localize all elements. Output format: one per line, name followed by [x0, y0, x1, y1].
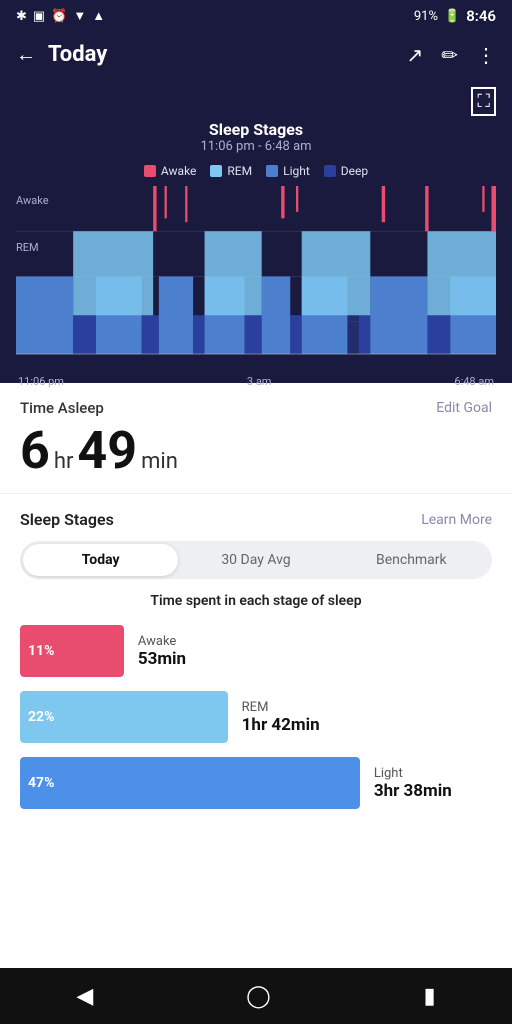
stages-subtitle: Time spent in each stage of sleep [20, 593, 492, 609]
legend-light-label: Light [283, 164, 310, 178]
wifi-icon: ▼ [73, 8, 86, 24]
status-icons-right: 91% 🔋 8:46 [414, 7, 496, 25]
stage-bar-awake: 11% [20, 625, 124, 677]
sleep-chart-section: ⛶ Sleep Stages 11:06 pm - 6:48 am Awake … [0, 77, 512, 383]
status-bar: ✱ ▣ ⏰ ▼ ▲ 91% 🔋 8:46 [0, 0, 512, 32]
status-time: 8:46 [466, 7, 496, 25]
chart-svg-wrap: 11:06 pm 3 am 6:48 am [16, 186, 496, 367]
rem-stage-name: REM [242, 700, 320, 715]
legend-awake-dot [144, 165, 156, 177]
legend-deep-label: Deep [341, 164, 368, 178]
battery-pct: 91% [414, 9, 438, 24]
awake-stage-time: 53min [138, 649, 186, 669]
rem-pct: 22% [28, 709, 54, 725]
awake-info: Awake 53min [124, 634, 186, 669]
chart-x-labels: 11:06 pm 3 am 6:48 am [16, 375, 496, 388]
stage-row-light: 47% Light 3hr 38min [20, 757, 492, 809]
top-nav: ← Today ↗ ✏ ⋮ [0, 32, 512, 77]
stage-bar-rem: 22% [20, 691, 228, 743]
legend-deep: Deep [324, 164, 368, 178]
sleep-stages-label: Sleep Stages [20, 510, 114, 529]
legend-light: Light [266, 164, 310, 178]
time-asleep-label: Time Asleep [20, 399, 104, 417]
expand-button-wrap: ⛶ [16, 87, 496, 116]
awake-pct: 11% [28, 643, 54, 659]
page-title: Today [48, 42, 107, 67]
bottom-nav: ◀ ◯ ▮ [0, 968, 512, 1024]
tab-benchmark[interactable]: Benchmark [334, 544, 489, 576]
minutes-value: 49 [77, 425, 137, 477]
bluetooth-icon: ✱ [16, 9, 27, 24]
chart-title: Sleep Stages [16, 120, 496, 139]
nav-back-button[interactable]: ◀ [52, 976, 117, 1017]
top-nav-left: ← Today [16, 42, 107, 67]
stage-bar-light: 47% [20, 757, 360, 809]
light-stage-name: Light [374, 766, 452, 781]
light-info: Light 3hr 38min [360, 766, 452, 801]
stage-row-rem: 22% REM 1hr 42min [20, 691, 492, 743]
legend-light-dot [266, 165, 278, 177]
stage-row-awake: 11% Awake 53min [20, 625, 492, 677]
learn-more-button[interactable]: Learn More [421, 512, 492, 528]
awake-stage-name: Awake [138, 634, 186, 649]
tab-today[interactable]: Today [23, 544, 178, 576]
nav-home-button[interactable]: ◯ [222, 976, 295, 1017]
legend-awake: Awake [144, 164, 197, 178]
x-label-mid: 3 am [247, 375, 272, 388]
sleep-chart-svg [16, 186, 496, 367]
hours-label: hr [54, 449, 74, 474]
x-label-end: 6:48 am [454, 375, 494, 388]
time-display: 6 hr 49 min [20, 425, 492, 477]
light-stage-time: 3hr 38min [374, 781, 452, 801]
chart-wrapper: Awake REM Light Deep [16, 186, 496, 367]
legend-awake-label: Awake [161, 164, 197, 178]
main-content: Time Asleep Edit Goal 6 hr 49 min Sleep … [0, 383, 512, 833]
bottom-spacer [0, 833, 512, 889]
chart-subtitle: 11:06 pm - 6:48 am [16, 139, 496, 154]
top-nav-right: ↗ ✏ ⋮ [406, 43, 496, 67]
nav-square-button[interactable]: ▮ [400, 976, 460, 1017]
legend-deep-dot [324, 165, 336, 177]
sleep-tabs: Today 30 Day Avg Benchmark [20, 541, 492, 579]
vibrate-icon: ▣ [33, 9, 45, 24]
hours-value: 6 [20, 425, 50, 477]
status-icons-left: ✱ ▣ ⏰ ▼ ▲ [16, 8, 105, 24]
rem-stage-time: 1hr 42min [242, 715, 320, 735]
sleep-stages-section: Sleep Stages Learn More Today 30 Day Avg… [0, 494, 512, 833]
battery-icon: 🔋 [444, 9, 460, 24]
sleep-stages-header: Sleep Stages Learn More [20, 510, 492, 529]
legend-rem-label: REM [227, 164, 252, 178]
expand-icon[interactable]: ⛶ [471, 87, 496, 116]
edit-icon[interactable]: ✏ [441, 43, 458, 67]
more-options-icon[interactable]: ⋮ [476, 43, 496, 67]
alarm-icon: ⏰ [51, 9, 67, 24]
back-button[interactable]: ← [16, 42, 36, 67]
light-pct: 47% [28, 775, 54, 791]
edit-goal-button[interactable]: Edit Goal [436, 400, 492, 416]
legend-rem-dot [210, 165, 222, 177]
time-asleep-section: Time Asleep Edit Goal 6 hr 49 min [0, 383, 512, 494]
time-asleep-header: Time Asleep Edit Goal [20, 399, 492, 417]
chart-legend: Awake REM Light Deep [16, 164, 496, 178]
share-icon[interactable]: ↗ [406, 43, 423, 67]
signal-icon: ▲ [92, 8, 105, 24]
minutes-label: min [141, 449, 178, 474]
legend-rem: REM [210, 164, 252, 178]
light-bar-fill [20, 757, 360, 809]
tab-30day[interactable]: 30 Day Avg [178, 544, 333, 576]
x-label-start: 11:06 pm [18, 375, 64, 388]
rem-info: REM 1hr 42min [228, 700, 320, 735]
